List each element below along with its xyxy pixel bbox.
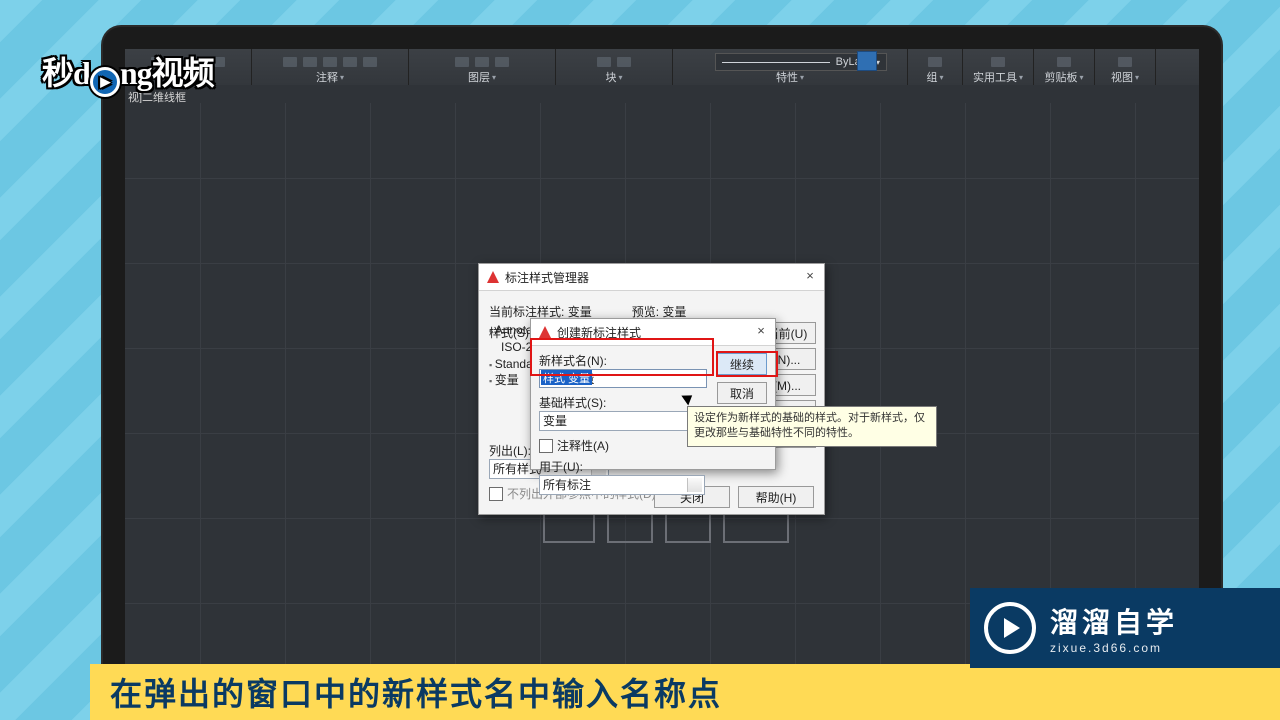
active-tool-tile[interactable] bbox=[857, 51, 877, 71]
dialog-titlebar[interactable]: 创建新标注样式 × bbox=[531, 319, 775, 346]
ribbon-group-layer[interactable]: 图层 bbox=[409, 49, 556, 85]
dialog-titlebar[interactable]: 标注样式管理器 × bbox=[479, 264, 824, 291]
ribbon-group-annotate[interactable]: 注释 bbox=[252, 49, 409, 85]
ribbon: 修改 注释 图层 块 特性 组 bbox=[125, 49, 1199, 85]
create-dimstyle-dialog: 创建新标注样式 × 新样式名(N): 样式 变量 基础样式(S): 变量 bbox=[530, 318, 776, 470]
base-style-select[interactable]: 变量 bbox=[539, 411, 705, 431]
close-icon[interactable]: × bbox=[753, 323, 769, 338]
ribbon-group-group[interactable]: 组 bbox=[908, 49, 963, 85]
ribbon-label: 组 bbox=[926, 69, 943, 85]
ribbon-label: 块 bbox=[605, 69, 622, 85]
ribbon-label: 实用工具 bbox=[973, 69, 1023, 85]
annotative-label: 注释性(A) bbox=[557, 437, 609, 454]
app-icon bbox=[487, 271, 499, 283]
app-icon bbox=[539, 326, 551, 338]
annotative-checkbox[interactable] bbox=[539, 439, 553, 453]
dialog-title: 标注样式管理器 bbox=[505, 269, 589, 286]
brand-en: zixue.3d66.com bbox=[1050, 641, 1178, 655]
use-for-label: 用于(U): bbox=[539, 458, 767, 475]
app-screen: 修改 注释 图层 块 特性 组 bbox=[125, 49, 1199, 679]
ribbon-group-clipboard[interactable]: 剪贴板 bbox=[1034, 49, 1095, 85]
ribbon-group-view[interactable]: 视图 bbox=[1095, 49, 1156, 85]
ribbon-group-utilities[interactable]: 实用工具 bbox=[963, 49, 1034, 85]
dialog-title: 创建新标注样式 bbox=[557, 324, 641, 341]
select-value: 变量 bbox=[543, 414, 567, 428]
ribbon-label: 特性 bbox=[776, 69, 804, 85]
subtitle-bar: 在弹出的窗口中的新样式名中输入名称点 bbox=[90, 664, 1280, 720]
play-icon: ▶ bbox=[90, 67, 120, 97]
use-for-select[interactable]: 所有标注 bbox=[539, 475, 705, 495]
ribbon-label: 图层 bbox=[468, 69, 496, 85]
ribbon-label: 注释 bbox=[316, 69, 344, 85]
continue-button[interactable]: 继续 bbox=[717, 353, 767, 375]
input-selection: 样式 变量 bbox=[541, 370, 592, 385]
brand-badge: 溜溜自学 zixue.3d66.com bbox=[970, 588, 1280, 668]
ribbon-label: 视图 bbox=[1111, 69, 1139, 85]
play-icon bbox=[984, 602, 1036, 654]
cancel-button[interactable]: 取消 bbox=[717, 382, 767, 404]
ribbon-group-block[interactable]: 块 bbox=[556, 49, 673, 85]
brand-cn: 溜溜自学 bbox=[1050, 601, 1178, 641]
checkbox[interactable] bbox=[489, 487, 503, 501]
ribbon-label: 剪贴板 bbox=[1044, 69, 1083, 85]
close-icon[interactable]: × bbox=[802, 268, 818, 283]
watermark-top-left: 秒d▶ng视频 bbox=[42, 48, 214, 95]
select-value: 所有标注 bbox=[543, 478, 591, 492]
tooltip: 设定作为新样式的基础的样式。对于新样式，仅更改那些与基础特性不同的特性。 bbox=[687, 406, 937, 447]
